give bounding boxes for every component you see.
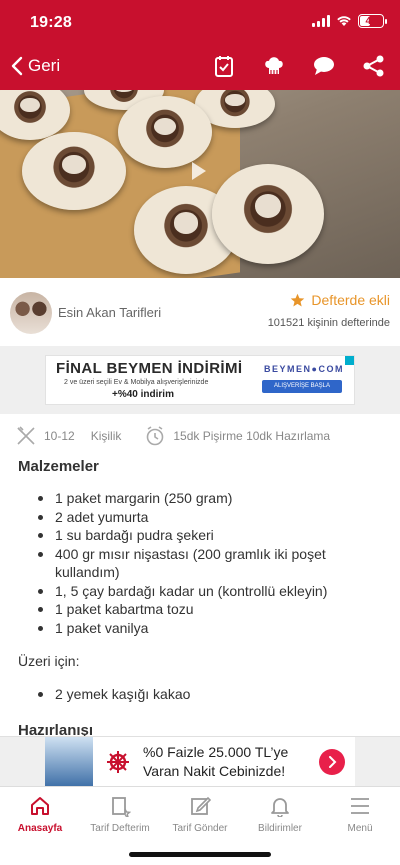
- battery-icon: 41: [358, 14, 387, 28]
- edit-icon: [191, 796, 211, 815]
- favorite-button[interactable]: Defterde ekli: [290, 292, 390, 308]
- clock-icon: [147, 426, 164, 446]
- menu-icon: [351, 798, 369, 814]
- tab-label: Anasayfa: [17, 823, 63, 834]
- topping-list: 2 yemek kaşığı kakao: [38, 685, 388, 704]
- tab-label: Bildirimler: [258, 823, 302, 834]
- recipe-photo[interactable]: [0, 90, 400, 278]
- ad-line-1: %0 Faizle 25.000 TL’ye: [143, 744, 289, 760]
- ad-brand: BEYMEN●COM: [264, 364, 344, 374]
- servings-unit: Kişilik: [90, 429, 122, 443]
- recipe-book-icon: [112, 797, 131, 817]
- cookie-image: [212, 164, 324, 264]
- back-label: Geri: [28, 56, 61, 75]
- servings-count: 10-12: [44, 429, 75, 443]
- bell-icon: [271, 798, 289, 817]
- utensils-icon: [17, 426, 35, 445]
- ad-cta-button[interactable]: ALIŞVERİŞE BAŞLA: [262, 380, 342, 393]
- wifi-icon: [337, 16, 351, 26]
- time-text: 15dk Pişirme 10dk Hazırlama: [173, 429, 331, 443]
- tab-recipe-book[interactable]: Tarif Defterim: [80, 793, 160, 834]
- tab-home[interactable]: Anasayfa: [0, 793, 80, 834]
- list-item: 1 paket margarin (250 gram): [38, 489, 388, 508]
- share-icon[interactable]: [362, 54, 386, 78]
- topping-title: Üzeri için:: [18, 653, 80, 669]
- recipe-meta: 10-12 Kişilik 15dk Pişirme 10dk Hazırlam…: [16, 424, 396, 448]
- ingredients-list: 1 paket margarin (250 gram) 2 adet yumur…: [38, 489, 388, 637]
- ad-discount: +%40 indirim: [112, 389, 174, 400]
- favorite-label: Defterde ekli: [311, 292, 390, 308]
- chef-hat-icon[interactable]: [262, 54, 286, 78]
- ad-line-2: Varan Nakit Cebinizde!: [143, 763, 286, 779]
- ad-title: FİNAL BEYMEN İNDİRİMİ: [56, 360, 243, 377]
- servings: 10-12 Kişilik: [16, 426, 121, 446]
- header-actions: [212, 54, 386, 78]
- cookie-image: [118, 96, 212, 168]
- notebook-icon[interactable]: [212, 54, 236, 78]
- ad-banner-top: FİNAL BEYMEN İNDİRİMİ 2 ve üzeri seçili …: [0, 346, 400, 414]
- chat-icon[interactable]: [312, 54, 336, 78]
- chevron-right-icon: [329, 756, 337, 768]
- list-item: 2 adet yumurta: [38, 508, 388, 527]
- tab-label: Tarif Defterim: [90, 823, 150, 834]
- play-icon[interactable]: [192, 162, 206, 180]
- author-row: Esin Akan Tarifleri Defterde ekli 101521…: [0, 278, 400, 346]
- home-indicator[interactable]: [129, 852, 271, 857]
- app-header: 19:28 41 Geri: [0, 0, 400, 90]
- adchoices-icon[interactable]: [345, 356, 354, 365]
- ad-subtitle: 2 ve üzeri seçili Ev & Mobilya alışveriş…: [64, 379, 209, 386]
- list-item: 400 gr mısır nişastası (200 gramlık iki …: [38, 545, 388, 582]
- tab-label: Tarif Gönder: [172, 823, 228, 834]
- ad-go-button[interactable]: [319, 749, 345, 775]
- ad-text: %0 Faizle 25.000 TL’ye Varan Nakit Cebin…: [143, 743, 288, 781]
- tab-label: Menü: [347, 823, 373, 834]
- status-icons: 41: [312, 14, 387, 28]
- back-button[interactable]: Geri: [10, 56, 60, 76]
- author-name[interactable]: Esin Akan Tarifleri: [58, 305, 161, 320]
- avatar[interactable]: [10, 292, 52, 334]
- list-item: 2 yemek kaşığı kakao: [38, 685, 388, 704]
- cook-time: 15dk Pişirme 10dk Hazırlama: [145, 426, 330, 446]
- nav-row: Geri: [0, 46, 400, 90]
- cookie-image: [22, 132, 126, 210]
- status-time: 19:28: [30, 14, 72, 31]
- bank-logo-icon: [103, 747, 133, 777]
- recipe-content: Malzemeler 1 paket margarin (250 gram) 2…: [18, 458, 388, 739]
- star-icon: [291, 293, 305, 306]
- ad-banner-bottom: %0 Faizle 25.000 TL’ye Varan Nakit Cebin…: [0, 736, 400, 787]
- ad-image: [45, 737, 93, 787]
- tab-menu[interactable]: Menü: [320, 793, 400, 834]
- beymen-ad[interactable]: FİNAL BEYMEN İNDİRİMİ 2 ve üzeri seçili …: [45, 355, 355, 405]
- home-icon: [31, 797, 49, 815]
- list-item: 1, 5 çay bardağı kadar un (kontrollü ekl…: [38, 582, 388, 601]
- battery-level: 41: [365, 15, 377, 27]
- status-bar: 19:28 41: [0, 0, 400, 46]
- signal-icon: [312, 15, 330, 27]
- tab-submit-recipe[interactable]: Tarif Gönder: [160, 793, 240, 834]
- list-item: 1 paket kabartma tozu: [38, 600, 388, 619]
- chevron-left-icon: [11, 56, 23, 76]
- tab-notifications[interactable]: Bildirimler: [240, 793, 320, 834]
- list-item: 1 paket vanilya: [38, 619, 388, 638]
- ingredients-title: Malzemeler: [18, 458, 99, 475]
- list-item: 1 su bardağı pudra şekeri: [38, 526, 388, 545]
- loan-ad[interactable]: %0 Faizle 25.000 TL’ye Varan Nakit Cebin…: [45, 737, 355, 787]
- favorite-count: 101521 kişinin defterinde: [267, 317, 390, 329]
